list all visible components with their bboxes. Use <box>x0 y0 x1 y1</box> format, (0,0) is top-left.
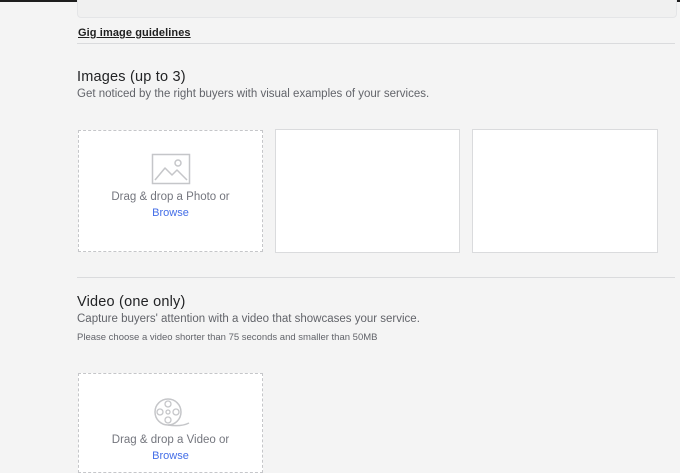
video-drop-text: Drag & drop a Video or <box>111 434 230 446</box>
images-section-description: Get noticed by the right buyers with vis… <box>77 88 430 100</box>
film-reel-icon <box>153 398 189 427</box>
images-section-title: Images (up to 3) <box>77 69 186 85</box>
video-section-title: Video (one only) <box>77 294 186 310</box>
image-slot-2[interactable] <box>275 129 460 253</box>
section-divider <box>77 43 675 44</box>
image-slot-3[interactable] <box>472 129 658 253</box>
video-section-note: Please choose a video shorter than 75 se… <box>77 332 378 343</box>
video-drop-zone[interactable]: Drag & drop a Video or Browse <box>78 373 263 473</box>
previous-section-panel <box>77 0 677 18</box>
section-divider <box>77 277 675 278</box>
video-section-description: Capture buyers' attention with a video t… <box>77 313 420 325</box>
photo-browse-link[interactable]: Browse <box>79 207 262 219</box>
photo-drop-zone[interactable]: Drag & drop a Photo or Browse <box>78 130 263 252</box>
gig-image-guidelines-link[interactable]: Gig image guidelines <box>78 27 191 39</box>
photo-drop-text: Drag & drop a Photo or <box>111 191 230 203</box>
video-browse-link[interactable]: Browse <box>79 450 262 462</box>
image-icon <box>151 153 190 185</box>
